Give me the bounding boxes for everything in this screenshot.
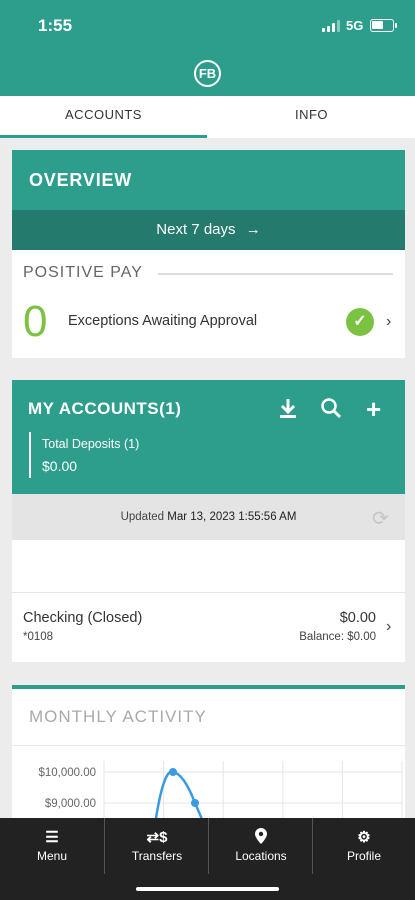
arrow-right-icon: → bbox=[245, 221, 261, 238]
total-deposits-label: Total Deposits (1) bbox=[42, 437, 140, 451]
gear-icon: ⚙ bbox=[357, 829, 371, 846]
signal-icon bbox=[322, 20, 340, 32]
check-icon: ✓ bbox=[346, 308, 374, 336]
nav-profile[interactable]: ⚙ Profile bbox=[313, 818, 415, 874]
next-7-days-label: Next 7 days bbox=[156, 221, 236, 238]
tab-info[interactable]: INFO bbox=[208, 96, 415, 138]
nav-locations-label: Locations bbox=[235, 849, 287, 863]
account-balance: Balance: $0.00 bbox=[299, 631, 376, 643]
home-indicator bbox=[136, 887, 279, 891]
chart-point bbox=[191, 799, 199, 807]
status-time: 1:55 bbox=[38, 16, 73, 35]
updated-value: Mar 13, 2023 1:55:56 AM bbox=[167, 511, 297, 523]
nav-menu-label: Menu bbox=[36, 849, 68, 863]
monthly-activity-card: MONTHLY ACTIVITY $10,000.00$9,000.00$8,0… bbox=[12, 685, 405, 829]
my-accounts-card: MY ACCOUNTS(1) + Total Deposits (1) $0.0… bbox=[12, 380, 405, 662]
network-type: 5G bbox=[346, 18, 364, 33]
tab-bar: ACCOUNTS INFO bbox=[0, 96, 415, 138]
nav-transfers[interactable]: ⇄$ Transfers bbox=[105, 818, 209, 874]
overview-card: OVERVIEW Next 7 days → POSITIVE PAY 0 Ex… bbox=[12, 150, 405, 358]
refresh-icon[interactable]: ⟳ bbox=[372, 506, 389, 531]
nav-transfers-label: Transfers bbox=[131, 849, 183, 863]
chart-point bbox=[169, 768, 177, 776]
bank-logo: FB bbox=[194, 60, 221, 87]
overview-title: OVERVIEW bbox=[12, 150, 405, 210]
positive-pay-title: POSITIVE PAY bbox=[23, 264, 143, 281]
deposits-marker bbox=[29, 432, 31, 478]
chevron-right-icon[interactable]: › bbox=[386, 618, 391, 636]
account-amount: $0.00 bbox=[339, 610, 376, 626]
account-number: *0108 bbox=[23, 631, 54, 643]
updated-prefix: Updated bbox=[120, 511, 165, 523]
exceptions-count: 0 bbox=[23, 297, 48, 346]
nav-profile-label: Profile bbox=[346, 849, 381, 863]
divider bbox=[158, 273, 393, 275]
add-icon[interactable]: + bbox=[366, 394, 381, 425]
divider bbox=[12, 745, 405, 746]
exceptions-label: Exceptions Awaiting Approval bbox=[68, 313, 258, 329]
status-bar: 1:55 5G bbox=[0, 0, 415, 48]
download-icon[interactable] bbox=[278, 397, 298, 425]
nav-locations[interactable]: Locations bbox=[209, 818, 313, 874]
chart-tick-label: $9,000.00 bbox=[45, 798, 96, 810]
next-7-days-button[interactable]: Next 7 days → bbox=[12, 210, 405, 250]
chart-tick-label: $10,000.00 bbox=[38, 767, 96, 779]
divider bbox=[12, 592, 405, 593]
my-accounts-header: MY ACCOUNTS(1) + Total Deposits (1) $0.0… bbox=[12, 380, 405, 494]
my-accounts-title: MY ACCOUNTS(1) bbox=[28, 399, 182, 418]
location-pin-icon bbox=[209, 828, 313, 848]
nav-menu[interactable]: ☰ Menu bbox=[0, 818, 104, 874]
app-header: FB bbox=[0, 48, 415, 96]
updated-timestamp: Updated Mar 13, 2023 1:55:56 AM bbox=[12, 494, 405, 540]
account-name: Checking (Closed) bbox=[23, 610, 143, 626]
battery-icon bbox=[370, 19, 397, 32]
chevron-right-icon[interactable]: › bbox=[386, 313, 391, 331]
transfers-icon: ⇄$ bbox=[146, 829, 168, 846]
tab-accounts[interactable]: ACCOUNTS bbox=[0, 96, 207, 138]
monthly-activity-title: MONTHLY ACTIVITY bbox=[29, 707, 207, 726]
menu-icon: ☰ bbox=[45, 829, 59, 846]
search-icon[interactable] bbox=[320, 397, 342, 425]
total-deposits-value: $0.00 bbox=[42, 458, 78, 474]
